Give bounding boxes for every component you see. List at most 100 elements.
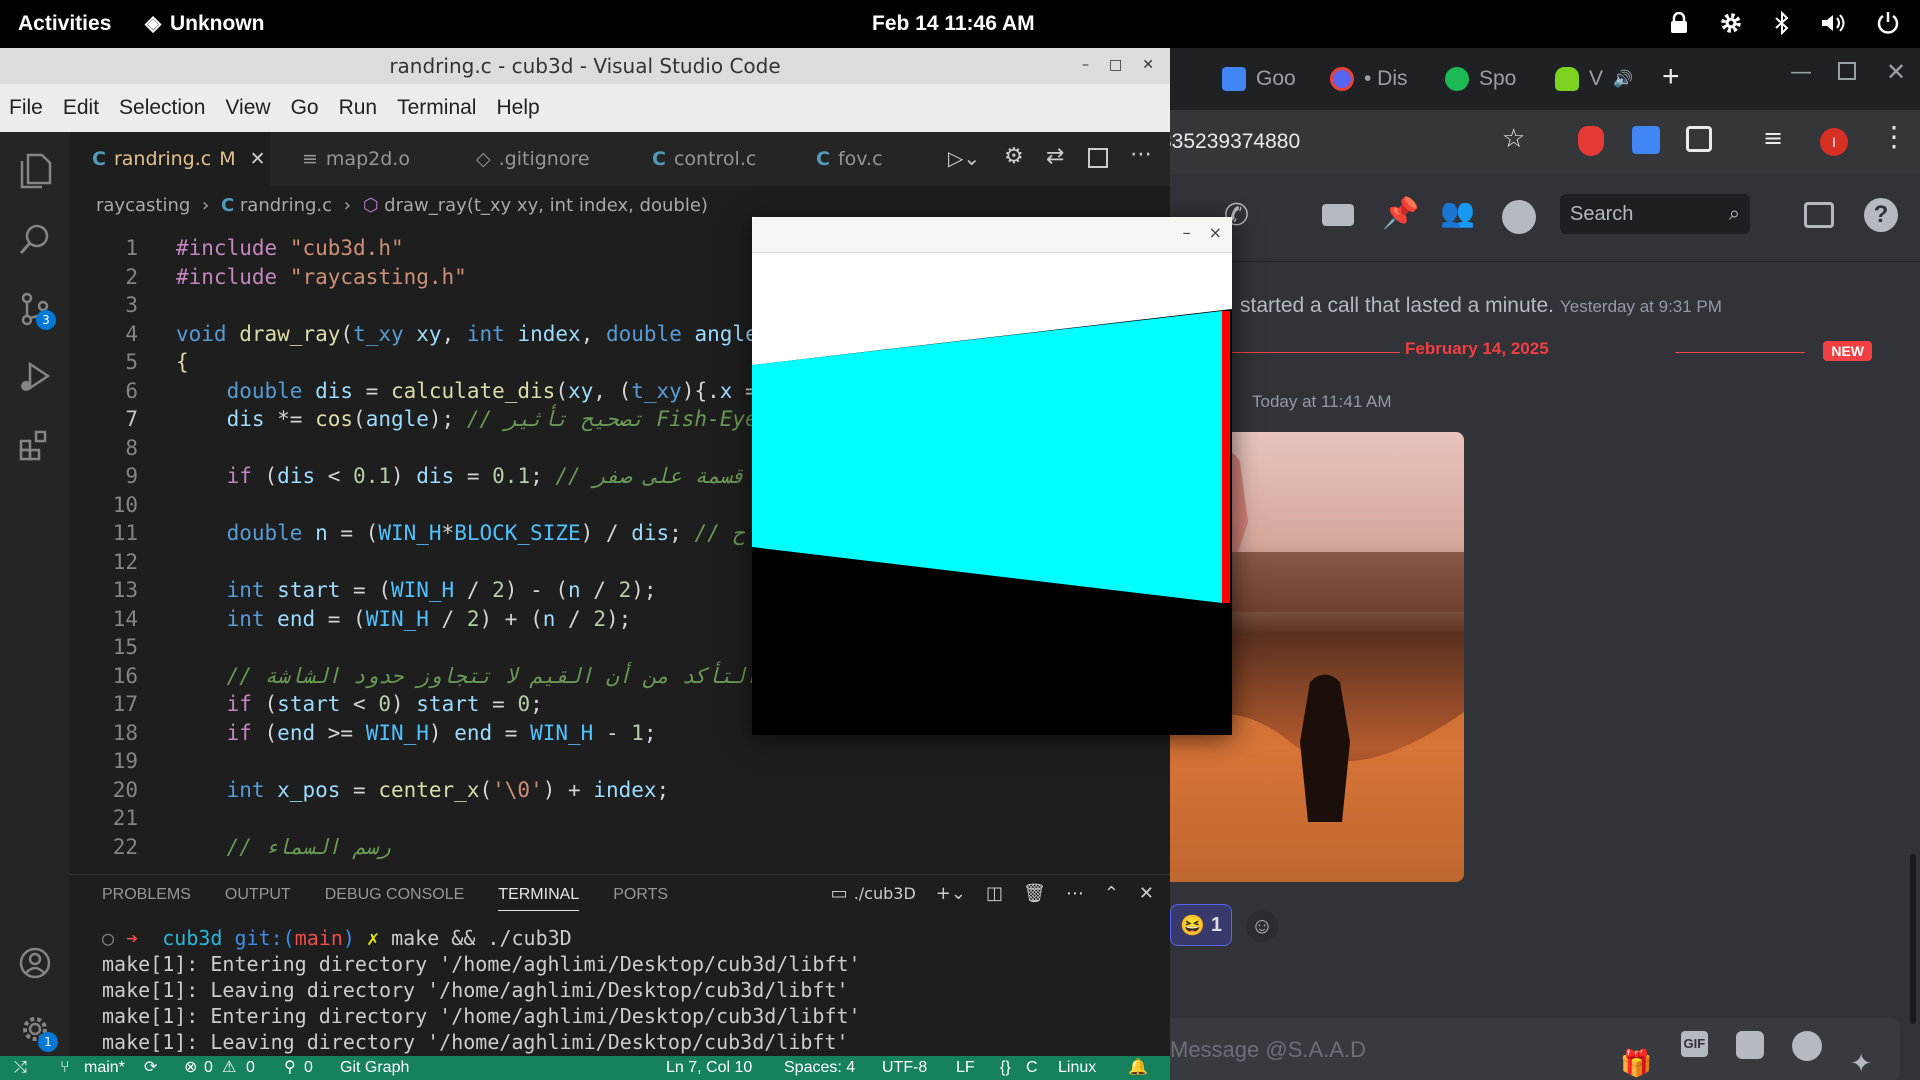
- tab-fov-c[interactable]: C fov.c: [794, 132, 883, 186]
- settings-icon[interactable]: ⚙: [1004, 144, 1024, 169]
- minimize-button[interactable]: —: [1790, 60, 1812, 85]
- os-indicator[interactable]: Linux: [1058, 1056, 1096, 1080]
- close-button[interactable]: ✕: [1142, 50, 1154, 80]
- git-compare-icon[interactable]: ⇄: [1046, 144, 1064, 169]
- breadcrumb-folder[interactable]: raycasting: [96, 195, 190, 216]
- apps-icon[interactable]: ✦: [1850, 1031, 1872, 1080]
- menu-go[interactable]: Go: [291, 96, 319, 120]
- game-render-canvas[interactable]: [752, 253, 1232, 735]
- remote-icon[interactable]: ⤭: [14, 1056, 27, 1080]
- tab-problems[interactable]: PROBLEMS: [102, 886, 191, 904]
- add-reaction-icon[interactable]: ☺: [1246, 910, 1278, 942]
- chrome-menu-icon[interactable]: ⋮: [1880, 120, 1908, 153]
- encoding[interactable]: UTF-8: [882, 1056, 927, 1080]
- explorer-icon[interactable]: [14, 150, 56, 192]
- branch-name[interactable]: main*: [84, 1056, 125, 1080]
- video-call-icon[interactable]: [1322, 204, 1354, 226]
- end-of-line[interactable]: LF: [956, 1056, 975, 1080]
- system-tray[interactable]: [1670, 10, 1900, 36]
- sync-icon[interactable]: ⟳: [144, 1056, 157, 1080]
- extensions-puzzle-icon[interactable]: [1686, 126, 1712, 152]
- minimize-button[interactable]: –: [1082, 50, 1089, 80]
- more-actions-icon[interactable]: ⋯: [1066, 883, 1084, 904]
- warning-count[interactable]: 0: [246, 1056, 255, 1080]
- tab-gitignore[interactable]: ◇ .gitignore: [454, 132, 590, 186]
- breadcrumb-file[interactable]: randring.c: [240, 195, 332, 216]
- run-debug-button-icon[interactable]: ▷⌄: [948, 146, 980, 170]
- error-count[interactable]: 0: [204, 1056, 213, 1080]
- bookmark-star-icon[interactable]: ☆: [1502, 124, 1525, 154]
- address-bar[interactable]: 335239374880: [1160, 120, 1540, 164]
- browser-tab[interactable]: Goo: [1222, 62, 1296, 96]
- cursor-position[interactable]: Ln 7, Col 10: [666, 1056, 752, 1080]
- pinned-messages-icon[interactable]: 📌: [1382, 196, 1419, 231]
- ports-count[interactable]: 0: [304, 1056, 313, 1080]
- accounts-icon[interactable]: [14, 942, 56, 984]
- more-actions-icon[interactable]: ⋯: [1130, 142, 1152, 167]
- tab-ports[interactable]: PORTS: [613, 886, 668, 904]
- new-tab-button[interactable]: +: [1662, 60, 1680, 94]
- search-icon[interactable]: [14, 218, 56, 260]
- split-editor-icon[interactable]: [1088, 148, 1108, 168]
- maximize-button[interactable]: [1838, 62, 1856, 80]
- menu-edit[interactable]: Edit: [63, 96, 99, 120]
- discord-search-input[interactable]: Search ⌕: [1560, 194, 1750, 234]
- app-menu[interactable]: Unknown: [170, 0, 265, 48]
- new-terminal-icon[interactable]: +⌄: [936, 883, 966, 904]
- inbox-icon[interactable]: [1804, 202, 1834, 228]
- maximize-button[interactable]: □: [1109, 50, 1122, 80]
- gif-button[interactable]: GIF: [1680, 1031, 1709, 1057]
- minimize-button[interactable]: –: [1183, 223, 1191, 242]
- game-title-bar[interactable]: – ×: [752, 217, 1232, 253]
- language-mode[interactable]: C: [1026, 1056, 1038, 1080]
- split-terminal-icon[interactable]: ◫: [986, 883, 1003, 904]
- close-tab-icon[interactable]: ✕: [250, 148, 266, 170]
- menu-run[interactable]: Run: [339, 96, 378, 120]
- breadcrumb-symbol[interactable]: draw_ray(t_xy xy, int index, double): [384, 195, 708, 216]
- trash-icon[interactable]: 🗑: [1023, 883, 1046, 904]
- c-file-icon: C: [220, 195, 235, 216]
- menu-help[interactable]: Help: [496, 96, 539, 120]
- terminal-name[interactable]: ./cub3D: [854, 884, 916, 903]
- git-graph-button[interactable]: Git Graph: [340, 1056, 409, 1080]
- add-friends-icon[interactable]: 👥: [1440, 196, 1475, 229]
- menu-terminal[interactable]: Terminal: [397, 96, 476, 120]
- menu-view[interactable]: View: [225, 96, 270, 120]
- profile-avatar[interactable]: I: [1820, 128, 1848, 156]
- emoji-icon[interactable]: [1792, 1031, 1823, 1061]
- vscode-title-bar[interactable]: randring.c - cub3d - Visual Studio Code …: [0, 48, 1170, 84]
- source-control-icon[interactable]: 3: [14, 288, 56, 330]
- tab-terminal[interactable]: TERMINAL: [498, 886, 580, 911]
- close-panel-icon[interactable]: ✕: [1139, 883, 1154, 904]
- activities-button[interactable]: Activities: [18, 0, 111, 48]
- translate-extension-icon[interactable]: [1632, 126, 1660, 154]
- tab-output[interactable]: OUTPUT: [225, 886, 291, 904]
- tab-randring-c[interactable]: C randring.c M ✕: [70, 132, 270, 186]
- tab-map2d-o[interactable]: ≡ map2d.o: [280, 132, 410, 186]
- tab-debug-console[interactable]: DEBUG CONSOLE: [325, 886, 465, 904]
- browser-tab[interactable]: • Dis: [1330, 62, 1408, 96]
- close-button[interactable]: ×: [1209, 223, 1222, 242]
- reaction-pill[interactable]: 😆 1: [1170, 904, 1232, 946]
- run-debug-icon[interactable]: [14, 356, 56, 398]
- clock[interactable]: Feb 14 11:46 AM: [872, 0, 1035, 48]
- manage-gear-icon[interactable]: 1: [14, 1008, 58, 1052]
- extensions-icon[interactable]: [14, 424, 56, 466]
- media-controls-icon[interactable]: ≡: [1763, 124, 1783, 152]
- message-input[interactable]: Message @S.A.A.D 🎁 GIF ✦: [1160, 1018, 1900, 1080]
- user-profile-icon[interactable]: [1502, 200, 1536, 234]
- browser-tab[interactable]: Spo: [1445, 62, 1516, 96]
- ublock-icon[interactable]: [1578, 126, 1604, 156]
- discord-scrollbar[interactable]: [1910, 854, 1916, 1024]
- gift-icon[interactable]: 🎁: [1620, 1031, 1652, 1080]
- help-icon[interactable]: ?: [1864, 198, 1898, 232]
- notifications-bell-icon[interactable]: 🔔: [1128, 1056, 1148, 1080]
- tab-control-c[interactable]: C control.c: [630, 132, 756, 186]
- maximize-panel-icon[interactable]: ⌃: [1104, 883, 1119, 904]
- sticker-icon[interactable]: [1736, 1031, 1765, 1059]
- close-button[interactable]: ✕: [1886, 58, 1906, 86]
- browser-tab[interactable]: V 🔊: [1555, 62, 1633, 96]
- menu-selection[interactable]: Selection: [119, 96, 205, 120]
- indentation[interactable]: Spaces: 4: [784, 1056, 855, 1080]
- menu-file[interactable]: File: [9, 96, 43, 120]
